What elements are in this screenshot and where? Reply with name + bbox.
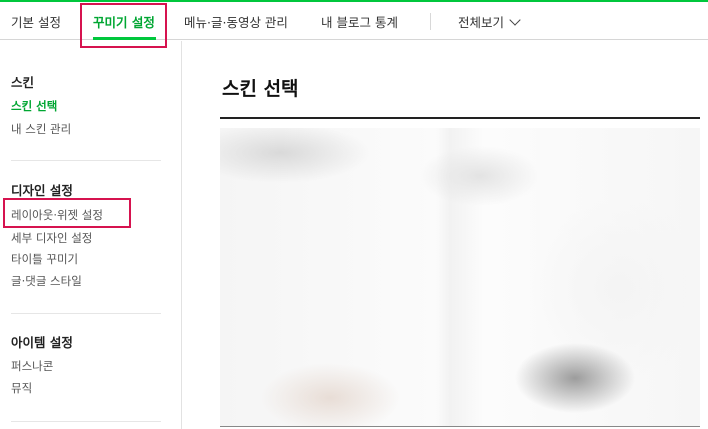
sidebar-heading-skin: 스킨 <box>11 75 35 90</box>
chevron-down-icon <box>509 14 521 26</box>
tab-basic-settings[interactable]: 기본 설정 <box>11 12 61 31</box>
preview-bottom-border <box>220 426 700 427</box>
tab-menu-post-video[interactable]: 메뉴·글·동영상 관리 <box>184 12 288 31</box>
page-title: 스킨 선택 <box>222 78 299 100</box>
tab-view-all[interactable]: 전체보기 <box>458 12 521 31</box>
sidebar-item-music[interactable]: 뮤직 <box>11 380 32 396</box>
nav-divider <box>430 13 431 30</box>
sidebar-item-personacon[interactable]: 퍼스나콘 <box>11 358 53 374</box>
tab-view-all-label: 전체보기 <box>458 15 505 30</box>
sidebar-divider <box>11 313 161 314</box>
sidebar-item-detail-design[interactable]: 세부 디자인 설정 <box>11 230 92 246</box>
sidebar-item-title-decor[interactable]: 타이틀 꾸미기 <box>11 251 78 267</box>
sidebar-item-skin-select[interactable]: 스킨 선택 <box>11 98 57 114</box>
sidebar-divider <box>11 160 161 161</box>
tab-blog-stats[interactable]: 내 블로그 통계 <box>321 12 398 31</box>
sidebar-heading-design: 디자인 설정 <box>11 183 73 198</box>
sidebar-item-post-comment-style[interactable]: 글·댓글 스타일 <box>11 273 82 289</box>
sidebar-divider <box>11 421 161 422</box>
skin-preview-image[interactable] <box>220 128 700 426</box>
sidebar: 스킨 스킨 선택 내 스킨 관리 디자인 설정 레이아웃·위젯 설정 세부 디자… <box>0 41 182 429</box>
sidebar-item-my-skins[interactable]: 내 스킨 관리 <box>11 121 71 137</box>
sidebar-heading-items: 아이템 설정 <box>11 335 73 350</box>
sidebar-highlight-box <box>3 198 131 228</box>
title-divider <box>220 117 700 119</box>
